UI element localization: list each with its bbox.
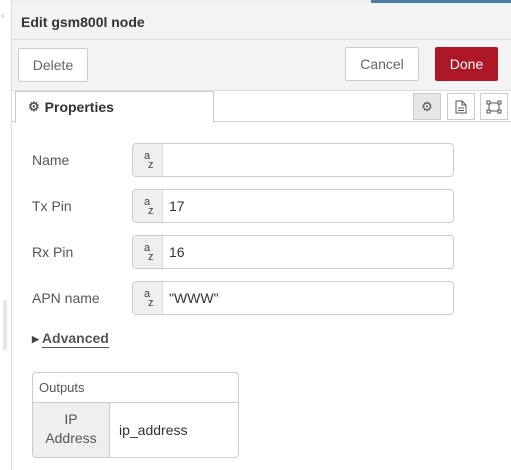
string-type-icon[interactable]: a z xyxy=(133,236,163,268)
button-bar: Delete Cancel Done xyxy=(12,40,511,91)
string-type-icon[interactable]: a z xyxy=(133,144,163,176)
tab-properties[interactable]: ⚙ Properties xyxy=(15,91,214,123)
outputs-table: Outputs IP Address ip_address xyxy=(32,372,239,458)
caret-right-icon: ▶ xyxy=(32,333,39,344)
tab-properties-label: Properties xyxy=(44,99,114,115)
name-label: Name xyxy=(32,152,70,168)
properties-panel: Name a z Tx Pin a z 17 Rx Pin a z 16 APN… xyxy=(12,122,511,470)
tab-bar: ⚙ Properties ⚙ xyxy=(12,91,511,123)
workspace-edge-icon: ‹ xyxy=(1,10,5,22)
done-button[interactable]: Done xyxy=(435,47,498,81)
gear-icon: ⚙ xyxy=(421,98,433,114)
cancel-button[interactable]: Cancel xyxy=(345,47,419,81)
table-row: IP Address ip_address xyxy=(33,403,238,457)
tx-pin-label: Tx Pin xyxy=(32,198,72,214)
tx-pin-input[interactable]: a z 17 xyxy=(132,189,454,223)
form-row-tx-pin: Tx Pin a z 17 xyxy=(12,189,511,223)
tx-pin-value: 17 xyxy=(169,198,185,214)
resize-handle[interactable] xyxy=(3,300,7,350)
string-type-icon[interactable]: a z xyxy=(133,282,163,314)
properties-tab-button[interactable]: ⚙ xyxy=(413,93,441,120)
output-value: ip_address xyxy=(119,422,188,438)
form-row-apn-name: APN name a z "WWW" xyxy=(12,281,511,315)
edit-dialog: Edit gsm800l node Delete Cancel Done ⚙ P… xyxy=(12,4,511,470)
rx-pin-input[interactable]: a z 16 xyxy=(132,235,454,269)
output-key: IP Address xyxy=(33,403,110,457)
string-type-icon[interactable]: a z xyxy=(133,190,163,222)
appearance-tab-button[interactable] xyxy=(480,93,508,120)
description-tab-button[interactable] xyxy=(447,93,475,120)
form-row-rx-pin: Rx Pin a z 16 xyxy=(12,235,511,269)
name-input[interactable]: a z xyxy=(132,143,454,177)
top-accent-bar xyxy=(371,0,511,3)
apn-name-input[interactable]: a z "WWW" xyxy=(132,281,454,315)
form-row-name: Name a z xyxy=(12,143,511,177)
apn-name-value: "WWW" xyxy=(169,290,219,306)
dialog-title: Edit gsm800l node xyxy=(12,4,511,40)
rx-pin-label: Rx Pin xyxy=(32,244,74,260)
outputs-header: Outputs xyxy=(33,373,238,403)
advanced-label: Advanced xyxy=(41,330,109,348)
apn-name-label: APN name xyxy=(32,290,100,306)
document-icon xyxy=(455,100,467,113)
appearance-icon xyxy=(486,100,502,113)
workspace-edge: ‹ xyxy=(0,0,12,470)
rx-pin-value: 16 xyxy=(169,244,185,260)
gear-icon: ⚙ xyxy=(28,99,40,114)
advanced-toggle[interactable]: ▶ Advanced xyxy=(32,330,109,348)
delete-button[interactable]: Delete xyxy=(18,48,88,82)
